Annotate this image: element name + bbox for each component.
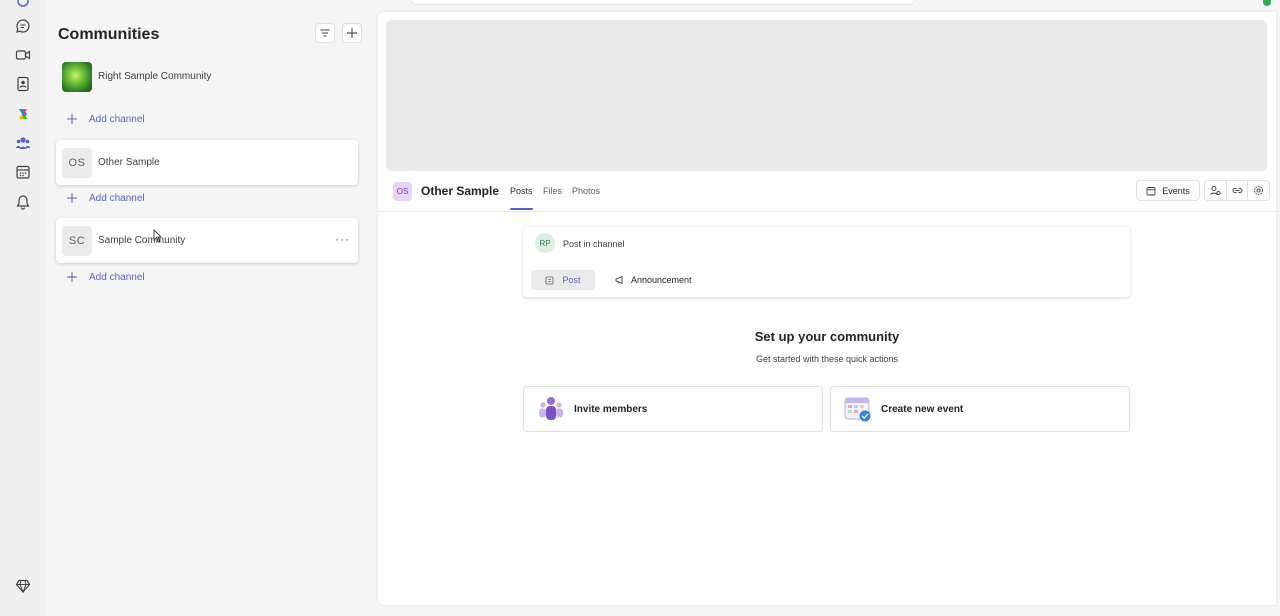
community-banner [386, 20, 1267, 171]
post-icon [546, 276, 554, 284]
community-name: Sample Community [98, 235, 186, 246]
header-actions [1204, 180, 1270, 201]
add-channel-label: Add channel [89, 113, 145, 125]
post-button[interactable]: Post [531, 270, 595, 290]
add-channel-link[interactable]: Add channel [66, 190, 145, 206]
search-bar[interactable] [410, 0, 915, 5]
create-event-label: Create new event [881, 403, 964, 415]
tab-files[interactable]: Files [543, 186, 562, 210]
invite-members-label: Invite members [574, 403, 648, 415]
activity-icon[interactable] [13, 192, 33, 212]
add-channel-label: Add channel [89, 271, 145, 283]
community-item-sample-community[interactable]: SC Sample Community ··· [56, 218, 358, 263]
invite-members-icon [539, 397, 563, 420]
add-community-button[interactable] [342, 23, 362, 43]
add-channel-link[interactable]: Add channel [66, 111, 145, 127]
link-icon [1232, 188, 1242, 193]
post-input[interactable]: Post in channel [563, 239, 625, 249]
gear-icon [1254, 186, 1264, 195]
community-name: Other Sample [98, 157, 160, 168]
plus-icon [67, 114, 77, 124]
chat-icon[interactable] [13, 16, 33, 36]
main-panel: OS Other Sample Posts Files Photos Event… [378, 12, 1276, 605]
app-rail [0, 0, 46, 616]
channel-header: OS Other Sample Posts Files Photos Event… [378, 178, 1276, 212]
more-options-icon[interactable]: ··· [335, 232, 350, 246]
communities-icon[interactable] [13, 133, 33, 153]
create-event-card[interactable]: Create new event [830, 386, 1130, 432]
channel-avatar: OS [393, 182, 412, 201]
channel-title: Other Sample [421, 184, 500, 198]
plus-icon [67, 272, 77, 282]
community-item-other-sample[interactable]: OS Other Sample [56, 140, 358, 185]
presence-indicator [1263, 0, 1271, 6]
community-item-right-sample[interactable]: Right Sample Community [56, 54, 358, 99]
megaphone-icon [615, 275, 623, 285]
setup-title: Set up your community [754, 329, 900, 344]
plus-icon [67, 193, 77, 203]
top-app-icon[interactable] [13, 0, 33, 11]
meet-icon[interactable] [13, 45, 33, 65]
calendar-icon[interactable] [13, 162, 33, 182]
community-avatar: SC [62, 225, 92, 256]
filter-button[interactable] [315, 23, 335, 43]
mouse-cursor-icon [153, 229, 161, 243]
premium-icon[interactable] [13, 576, 33, 596]
post-composer: RP Post in channel Post Announcement [523, 227, 1130, 297]
add-channel-label: Add channel [89, 192, 145, 204]
community-avatar: OS [62, 147, 92, 178]
people-settings-icon [1210, 186, 1221, 196]
calendar-icon [1146, 186, 1156, 195]
plus-icon [347, 28, 357, 38]
copilot-icon[interactable] [13, 104, 33, 124]
community-avatar [62, 61, 92, 92]
communities-panel: Communities [46, 12, 372, 607]
add-channel-link[interactable]: Add channel [66, 269, 145, 285]
create-event-icon [844, 397, 871, 422]
announcement-label: Announcement [631, 275, 692, 285]
setup-subtitle: Get started with these quick actions [755, 354, 899, 364]
post-label: Post [562, 275, 581, 285]
invite-members-card[interactable]: Invite members [523, 386, 823, 432]
announcement-button[interactable]: Announcement [615, 270, 692, 290]
events-label: Events [1162, 185, 1190, 196]
events-button[interactable]: Events [1136, 180, 1200, 201]
panel-title: Communities [58, 26, 160, 43]
tab-photos[interactable]: Photos [572, 186, 600, 210]
user-avatar: RP [535, 233, 555, 253]
contacts-icon[interactable] [13, 74, 33, 94]
manage-members-button[interactable] [1205, 181, 1227, 200]
filter-icon [320, 29, 330, 37]
settings-button[interactable] [1248, 181, 1269, 200]
community-name: Right Sample Community [98, 71, 212, 82]
copy-link-button[interactable] [1227, 181, 1249, 200]
tab-posts[interactable]: Posts [510, 186, 533, 210]
